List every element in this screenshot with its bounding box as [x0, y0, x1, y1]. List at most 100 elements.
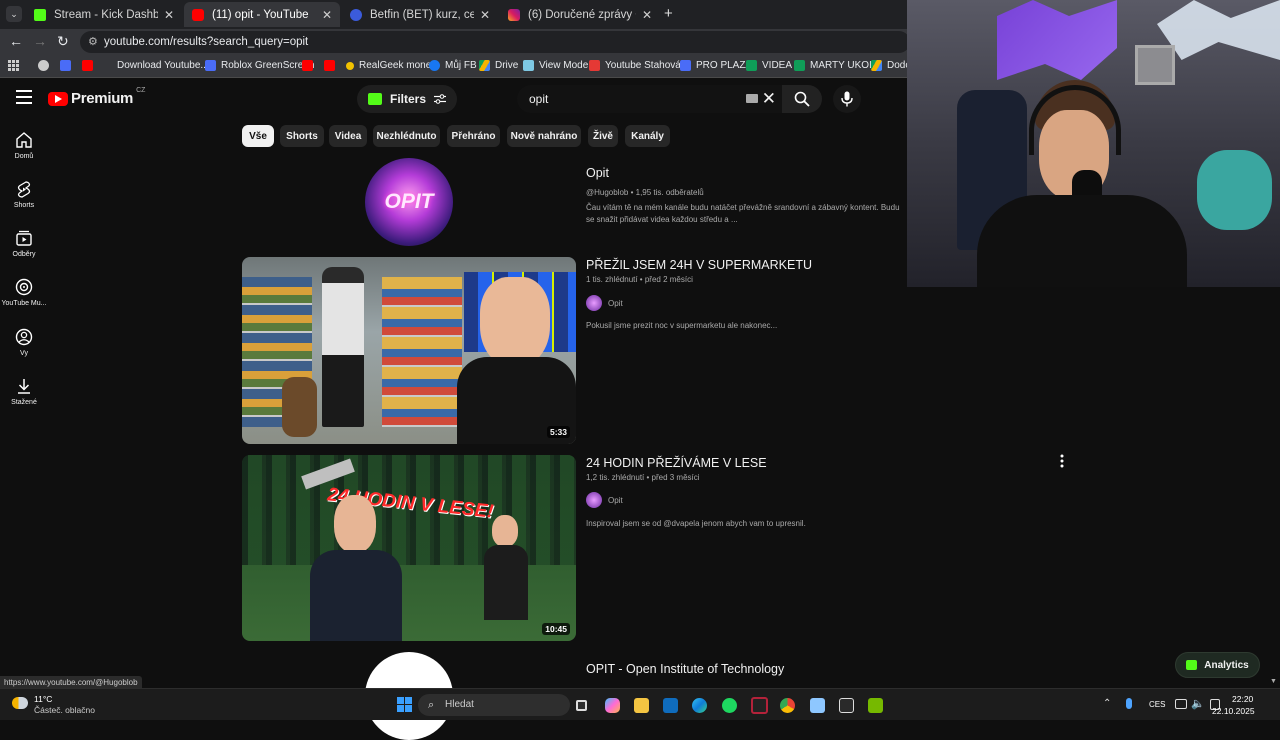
chip-recently-uploaded[interactable]: Nově nahráno — [507, 125, 581, 147]
chip-watched[interactable]: Přehráno — [447, 125, 500, 147]
chrome-icon[interactable] — [780, 698, 795, 713]
close-tab-icon[interactable]: ✕ — [480, 8, 490, 22]
chip-unwatched[interactable]: Nezhlédnuto — [373, 125, 440, 147]
tab-betfin[interactable]: Betfin (BET) kurz, cena, grafy y ✕ — [342, 2, 498, 27]
network-icon[interactable] — [1175, 699, 1187, 709]
tab-list-button[interactable]: ⌄ — [6, 6, 22, 22]
capcut-icon[interactable] — [751, 697, 768, 714]
clock-time[interactable]: 22:20 — [1232, 694, 1253, 704]
chip-channels[interactable]: Kanály — [625, 125, 670, 147]
weather-widget[interactable]: 11°C Částeč. oblačno — [12, 694, 112, 718]
close-tab-icon[interactable]: ✕ — [164, 8, 174, 22]
sidebar-item-shorts[interactable]: Shorts — [0, 180, 48, 209]
reload-icon[interactable]: ↻ — [57, 33, 69, 50]
windows-start-icon[interactable] — [397, 697, 412, 712]
nvidia-icon[interactable] — [868, 698, 883, 713]
chip-shorts[interactable]: Shorts — [280, 125, 324, 147]
shelf-right — [382, 277, 462, 427]
sidebar-item-home[interactable]: Domů — [0, 131, 48, 160]
account-icon — [15, 328, 33, 346]
site-info-icon[interactable]: ⚙ — [88, 31, 98, 53]
sidebar-item-you[interactable]: Vy — [0, 328, 48, 357]
edge-icon[interactable] — [692, 698, 707, 713]
clock-date[interactable]: 22.10.2025 — [1212, 706, 1255, 716]
outlook-icon[interactable] — [663, 698, 678, 713]
tab-youtube[interactable]: (11) opit - YouTube ✕ — [184, 2, 340, 27]
volume-icon[interactable]: 🔈 — [1191, 697, 1205, 710]
video-thumbnail[interactable]: 24 HODIN V LESE! 10:45 — [242, 455, 576, 641]
close-tab-icon[interactable]: ✕ — [322, 8, 332, 22]
show-hidden-icons-icon[interactable]: ⌃ — [1103, 698, 1111, 709]
address-bar[interactable]: ⚙ youtube.com/results?search_query=opit — [80, 31, 910, 53]
video-title[interactable]: PŘEŽIL JSEM 24H V SUPERMARKETU — [586, 258, 812, 272]
keyboard-icon[interactable] — [746, 94, 758, 103]
chip-all[interactable]: Vše — [242, 125, 274, 147]
epic-games-icon[interactable] — [839, 698, 854, 713]
bookmark-download-youtube[interactable]: Download Youtube... — [117, 60, 209, 71]
channel-mini-avatar[interactable] — [586, 492, 602, 508]
video-channel[interactable]: Opit — [608, 299, 623, 308]
bookmark-dodo[interactable]: Dodo — [871, 60, 911, 71]
bookmark-globe[interactable] — [38, 60, 54, 71]
tab-instagram[interactable]: (6) Doručené zprávy • Direct ✕ — [500, 2, 660, 27]
video-channel[interactable]: Opit — [608, 496, 623, 505]
bookmark-youtube-2[interactable] — [302, 60, 318, 71]
notepad-icon[interactable] — [810, 698, 825, 713]
close-tab-icon[interactable]: ✕ — [642, 8, 652, 22]
tab-kick-dashboard[interactable]: Stream - Kick Dashboard ✕ — [26, 2, 182, 27]
bookmark-view-mode[interactable]: View Mode — [523, 60, 588, 71]
clear-search-icon[interactable]: ✕ — [762, 85, 776, 113]
bookmark-pro-plaza[interactable]: PRO PLAZA — [680, 60, 752, 71]
sidebar-item-subscriptions[interactable]: Odběry — [0, 229, 48, 258]
copilot-icon[interactable] — [605, 698, 620, 713]
frame-on-wall — [1135, 45, 1175, 85]
video-title[interactable]: OPIT - Open Institute of Technology — [586, 662, 784, 676]
folder-icon[interactable] — [634, 698, 649, 713]
youtube-premium-logo[interactable]: Premium CZ — [48, 87, 145, 107]
kick-icon — [34, 8, 46, 21]
plush-toy — [1197, 150, 1272, 230]
bookmark-shield[interactable] — [60, 60, 76, 71]
input-language[interactable]: CES — [1149, 700, 1165, 709]
chip-videos[interactable]: Videa — [329, 125, 367, 147]
analytics-button[interactable]: Analytics — [1175, 652, 1260, 678]
hamburger-menu-icon[interactable] — [16, 90, 32, 104]
bookmark-videa[interactable]: VIDEA — [746, 60, 792, 71]
bookmark-label: RealGeek money — [359, 60, 437, 71]
channel-name[interactable]: Opit — [586, 166, 609, 180]
bookmark-youtube-3[interactable] — [324, 60, 340, 71]
scroll-down-arrow-icon[interactable]: ▼ — [1270, 678, 1277, 685]
bookmark-youtube[interactable] — [82, 60, 98, 71]
search-input[interactable]: opit ✕ — [517, 85, 782, 113]
sheets-icon — [746, 60, 757, 71]
channel-handle-subs: @Hugoblob • 1,95 tis. odběratelů — [586, 188, 704, 197]
back-icon[interactable]: ← — [9, 33, 23, 49]
bookmark-muj-fb[interactable]: Můj FB — [429, 60, 477, 71]
bookmark-drive[interactable]: Drive — [479, 60, 518, 71]
spotify-icon[interactable] — [722, 698, 737, 713]
bookmark-youtube-stahovani[interactable]: Youtube Stahování — [589, 60, 689, 71]
taskbar-search-input[interactable]: ⌕ Hledat — [418, 694, 570, 716]
channel-mini-avatar[interactable] — [586, 295, 602, 311]
bookmark-marty-ukoly[interactable]: MARTY UKOLY — [794, 60, 881, 71]
sheets-icon — [794, 60, 805, 71]
video-title[interactable]: 24 HODIN PŘEŽÍVÁME V LESE — [586, 456, 767, 470]
bookmark-realgeek[interactable]: RealGeek money — [346, 60, 436, 71]
channel-avatar[interactable]: OPIT — [365, 158, 453, 246]
file-explorer-icon[interactable] — [576, 700, 587, 711]
new-tab-button[interactable]: + — [664, 5, 673, 22]
filters-button[interactable]: Filters — [357, 85, 457, 113]
sidebar-item-downloads[interactable]: Stažené — [0, 377, 48, 406]
forward-icon[interactable]: → — [33, 33, 47, 49]
apps-icon[interactable] — [8, 60, 19, 71]
creator-left-shirt — [310, 550, 402, 641]
search-button[interactable] — [782, 85, 822, 113]
more-options-icon[interactable] — [1058, 454, 1066, 468]
chip-live[interactable]: Živě — [588, 125, 618, 147]
microphone-icon[interactable] — [1126, 698, 1132, 709]
video-thumbnail[interactable]: 5:33 — [242, 257, 576, 444]
sidebar-item-youtube-music[interactable]: YouTube Mu... — [0, 278, 48, 307]
download-icon — [18, 379, 30, 394]
bookmark-roblox[interactable]: Roblox GreenScreen — [205, 60, 314, 71]
voice-search-button[interactable] — [833, 85, 861, 113]
